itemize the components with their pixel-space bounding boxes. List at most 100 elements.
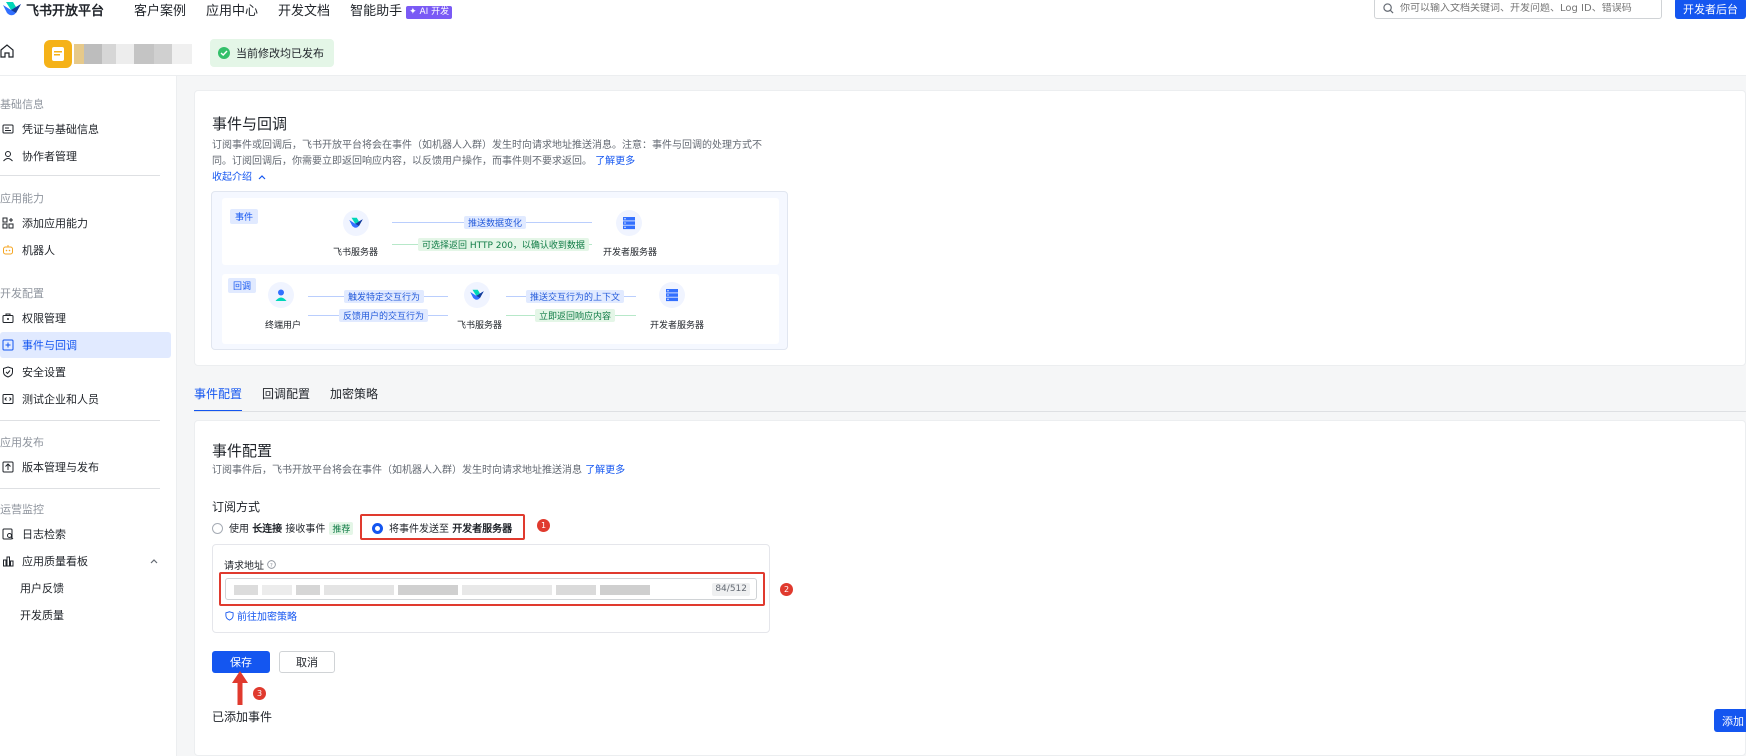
intro-desc-line2: 同。订阅回调后，你需要立即返回响应内容，以反馈用户操作，而事件则不要求返回。 了… bbox=[212, 154, 792, 170]
sidebar-item-label: 协作者管理 bbox=[22, 150, 77, 163]
config-tabs: 事件配置 回调配置 加密策略 bbox=[194, 384, 398, 412]
push-context-label: 推送交互行为的上下文 bbox=[526, 290, 625, 303]
option-long-suffix: 接收事件 bbox=[285, 524, 326, 535]
feishu-server-icon bbox=[464, 282, 490, 308]
event-config-title: 事件配置 bbox=[212, 442, 273, 460]
upload-icon bbox=[2, 461, 14, 473]
nav-links: 客户案例 应用中心 开发文档 智能助手 ✦ AI 开发 bbox=[134, 0, 472, 19]
sidebar-group-release: 应用发布 bbox=[0, 436, 44, 449]
chevron-up-icon[interactable] bbox=[150, 558, 158, 564]
sidebar-item-collaborators[interactable]: 协作者管理 bbox=[0, 143, 171, 169]
annotation-box-1 bbox=[360, 514, 525, 540]
sidebar-item-bot[interactable]: 机器人 bbox=[0, 237, 171, 263]
sidebar-group-dev: 开发配置 bbox=[0, 287, 44, 300]
subscribe-method-label: 订阅方式 bbox=[212, 500, 261, 514]
search-input[interactable] bbox=[1400, 3, 1640, 14]
sidebar-item-logs[interactable]: 日志检索 bbox=[0, 521, 171, 547]
tab-callback-config[interactable]: 回调配置 bbox=[262, 384, 310, 412]
trigger-action-label: 触发特定交互行为 bbox=[344, 290, 425, 303]
feedback-action-label: 反馈用户的交互行为 bbox=[339, 309, 429, 322]
callback-flow-row: 回调 终端用户 触发特定交互行为 反馈用户的交互行为 飞书服务器 推送交互行为的… bbox=[222, 274, 779, 344]
help-circle-icon[interactable]: ? bbox=[267, 560, 276, 569]
sidebar-group-capability: 应用能力 bbox=[0, 192, 44, 205]
tab-event-config[interactable]: 事件配置 bbox=[194, 384, 243, 412]
sidebar-item-label: 权限管理 bbox=[22, 312, 66, 325]
event-config-description: 订阅事件后，飞书开放平台将会在事件（如机器人入群）发生时向请求地址推送消息 了解… bbox=[212, 463, 625, 479]
nav-link-assistant[interactable]: 智能助手 ✦ AI 开发 bbox=[350, 0, 453, 19]
intro-desc-line1: 订阅事件或回调后，飞书开放平台将会在事件（如机器人入群）发生时向请求地址推送消息… bbox=[212, 140, 762, 151]
document-icon bbox=[52, 47, 64, 61]
published-status-badge: 当前修改均已发布 bbox=[210, 39, 334, 67]
encrypt-policy-link[interactable]: 前往加密策略 bbox=[225, 608, 297, 623]
intro-title: 事件与回调 bbox=[212, 115, 288, 133]
sidebar-item-add-capability[interactable]: 添加应用能力 bbox=[0, 210, 171, 236]
radio-long-connection[interactable] bbox=[212, 523, 223, 534]
encrypt-policy-label: 前往加密策略 bbox=[237, 612, 297, 623]
sidebar-item-events[interactable]: 事件与回调 bbox=[0, 332, 171, 358]
feishu-server-label: 飞书服务器 bbox=[457, 321, 503, 331]
cancel-button[interactable]: 取消 bbox=[279, 651, 335, 673]
sidebar-item-dev-quality[interactable]: 开发质量 bbox=[0, 602, 171, 628]
request-url-label: 请求地址 ? bbox=[224, 557, 276, 572]
event-plus-icon bbox=[2, 339, 14, 351]
search-box[interactable] bbox=[1374, 0, 1662, 19]
chevron-up-icon bbox=[258, 175, 266, 180]
sidebar-divider bbox=[0, 488, 160, 489]
feishu-logo-icon bbox=[3, 2, 21, 16]
sidebar-item-versions[interactable]: 版本管理与发布 bbox=[0, 454, 171, 480]
return-200-label: 可选择返回 HTTP 200，以确认收到数据 bbox=[418, 238, 589, 251]
event-config-desc-text: 订阅事件后，飞书开放平台将会在事件（如机器人入群）发生时向请求地址推送消息 bbox=[212, 465, 582, 476]
developer-console-button[interactable]: 开发者后台 bbox=[1675, 0, 1746, 19]
tabs-divider bbox=[194, 411, 1746, 412]
ai-badge-label: AI 开发 bbox=[419, 6, 450, 17]
sidebar-item-test-users[interactable]: 测试企业和人员 bbox=[0, 386, 171, 412]
push-change-label: 推送数据变化 bbox=[464, 216, 527, 229]
nav-link-docs[interactable]: 开发文档 bbox=[278, 0, 330, 19]
annotation-badge-1: 1 bbox=[537, 519, 550, 532]
intro-description: 订阅事件或回调后，飞书开放平台将会在事件（如机器人入群）发生时向请求地址推送消息… bbox=[212, 138, 792, 170]
sidebar-item-label: 事件与回调 bbox=[22, 339, 77, 352]
annotation-arrow-up-icon bbox=[232, 671, 248, 705]
sidebar-item-permissions[interactable]: 权限管理 bbox=[0, 305, 171, 331]
sidebar-item-feedback[interactable]: 用户反馈 bbox=[0, 575, 171, 601]
app-avatar-icon bbox=[44, 40, 72, 68]
event-tag: 事件 bbox=[230, 209, 259, 224]
collapse-intro-label: 收起介绍 bbox=[212, 172, 252, 183]
bar-chart-icon bbox=[3, 556, 14, 567]
event-config-learn-more-link[interactable]: 了解更多 bbox=[585, 465, 625, 476]
sidebar: 基础信息 凭证与基础信息 协作者管理 应用能力 添加应用能力 机器人 开发配置 … bbox=[0, 76, 177, 756]
briefcase-lock-icon bbox=[2, 313, 14, 323]
annotation-box-2 bbox=[219, 572, 765, 606]
sidebar-item-label: 添加应用能力 bbox=[22, 217, 88, 230]
brand-name: 飞书开放平台 bbox=[26, 3, 105, 19]
sidebar-item-credentials[interactable]: 凭证与基础信息 bbox=[0, 116, 171, 142]
sidebar-item-quality[interactable]: 应用质量看板 bbox=[0, 548, 171, 574]
nav-link-cases[interactable]: 客户案例 bbox=[134, 0, 186, 19]
sidebar-divider bbox=[0, 175, 160, 176]
add-event-button[interactable]: 添加 bbox=[1714, 709, 1746, 732]
option-long-connection[interactable]: 使用 长连接 接收事件 推荐 bbox=[212, 520, 354, 535]
test-code-icon bbox=[2, 394, 14, 404]
tab-encryption[interactable]: 加密策略 bbox=[330, 384, 378, 412]
option-long-prefix: 使用 bbox=[229, 524, 249, 535]
shield-icon bbox=[225, 610, 234, 621]
intro-learn-more-link[interactable]: 了解更多 bbox=[595, 156, 635, 167]
svg-text:?: ? bbox=[270, 563, 273, 569]
home-icon[interactable] bbox=[0, 44, 14, 58]
brand-logo[interactable]: 飞书开放平台 bbox=[0, 0, 105, 19]
option-long-bold: 长连接 bbox=[252, 524, 283, 535]
sidebar-item-label: 凭证与基础信息 bbox=[22, 123, 99, 136]
nav-link-app-center[interactable]: 应用中心 bbox=[206, 0, 258, 19]
event-callback-diagram: 事件 飞书服务器 推送数据变化 可选择返回 HTTP 200，以确认收到数据 开… bbox=[211, 191, 788, 350]
sidebar-item-security[interactable]: 安全设置 bbox=[0, 359, 171, 385]
collapse-intro-link[interactable]: 收起介绍 bbox=[212, 170, 266, 186]
end-user-label: 终端用户 bbox=[265, 321, 302, 331]
intro-desc-line2-text: 同。订阅回调后，你需要立即返回响应内容，以反馈用户操作，而事件则不要求返回。 bbox=[212, 156, 592, 167]
ai-badge: ✦ AI 开发 bbox=[406, 5, 453, 19]
id-card-icon bbox=[2, 124, 14, 134]
return-response-label: 立即返回响应内容 bbox=[535, 309, 616, 322]
sidebar-item-label: 应用质量看板 bbox=[22, 555, 88, 568]
robot-icon bbox=[3, 245, 13, 255]
user-icon bbox=[3, 151, 13, 162]
feishu-server-label: 飞书服务器 bbox=[333, 248, 379, 258]
